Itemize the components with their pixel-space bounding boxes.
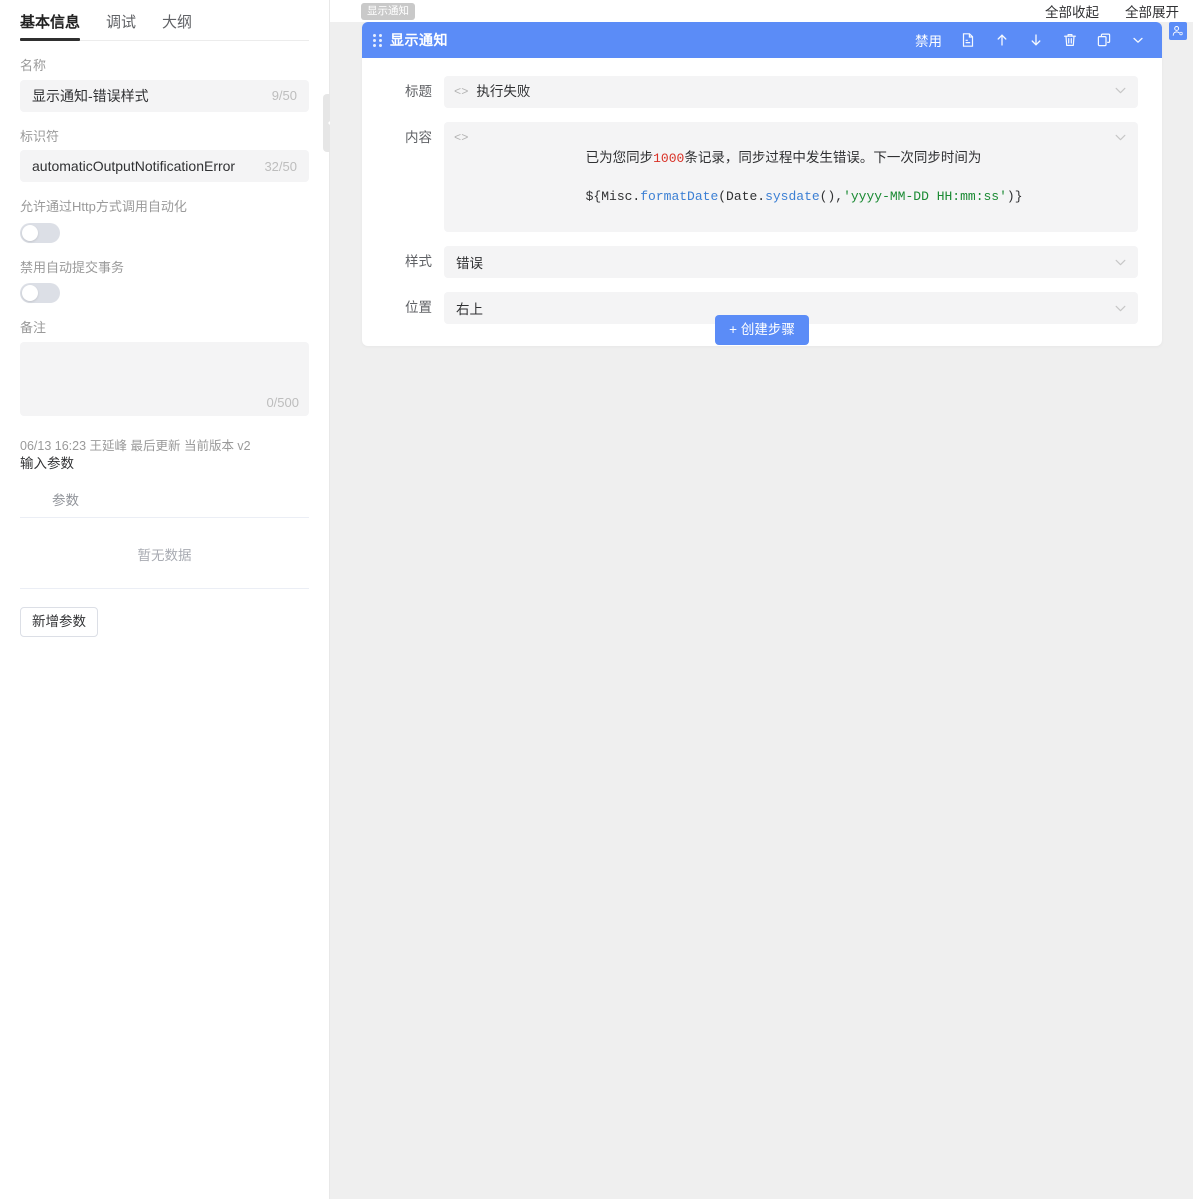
flow-canvas: 全部收起 全部展开 显示通知 显示通知 禁用 标题 <> 执行失败 内容 <> … (330, 0, 1193, 1199)
app-root: 基本信息 调试 大纲 名称 显示通知-错误样式 9/50 标识符 automat… (0, 0, 1193, 1199)
toggle-knob (22, 285, 38, 302)
identifier-input[interactable]: automaticOutputNotificationError 32/50 (20, 150, 309, 183)
content-token-1: formatDate (640, 189, 719, 204)
style-row-label: 样式 (405, 254, 432, 269)
code-expression-icon: <> (454, 85, 469, 99)
row-style: 样式 错误 (384, 246, 1138, 278)
user-add-button[interactable] (1169, 22, 1187, 40)
user-add-icon (1172, 26, 1183, 36)
content-row-label: 内容 (405, 130, 432, 145)
remark-textarea[interactable]: 0/500 (20, 341, 309, 416)
trash-icon[interactable] (1062, 32, 1078, 48)
collapse-all-link[interactable]: 全部收起 (1045, 1, 1099, 21)
add-step-area: + 创建步骤 (362, 315, 1162, 346)
title-input[interactable]: <> 执行失败 (444, 76, 1138, 108)
name-input-value: 显示通知-错误样式 (32, 87, 149, 104)
content-line1-suffix: 条记录，同步过程中发生错误。下一次同步时间为 (684, 150, 982, 165)
step-card-toolbar: 禁用 (915, 30, 1162, 50)
tab-debug[interactable]: 调试 (106, 15, 136, 40)
code-expression-icon: <> (454, 131, 469, 145)
disable-step-button[interactable]: 禁用 (915, 30, 942, 50)
plus-icon: + (729, 322, 738, 337)
content-token-4: (), (819, 189, 844, 204)
copy-icon[interactable] (1096, 32, 1112, 48)
note-icon[interactable] (960, 32, 976, 48)
content-token-2: (Date. (718, 189, 766, 204)
tab-basic-info[interactable]: 基本信息 (20, 15, 81, 41)
toggle-knob (22, 224, 38, 241)
name-counter: 9/50 (271, 88, 297, 104)
step-card-body: 标题 <> 执行失败 内容 <> 已为您同步1000条记录，同步过程中发生错误。… (362, 58, 1162, 346)
remark-counter: 0/500 (266, 394, 299, 410)
step-card-header[interactable]: 显示通知 禁用 (362, 22, 1162, 58)
http-toggle-switch[interactable] (20, 222, 60, 243)
transaction-toggle-label: 禁用自动提交事务 (20, 259, 125, 275)
params-empty-state: 暂无数据 (20, 518, 309, 590)
left-sidebar: 基本信息 调试 大纲 名称 显示通知-错误样式 9/50 标识符 automat… (0, 0, 336, 1199)
content-input-value: 已为您同步1000条记录，同步过程中发生错误。下一次同步时间为 ${Misc.f… (476, 129, 1105, 225)
remark-label: 备注 (20, 320, 47, 336)
style-chevron-down-icon[interactable] (1115, 253, 1126, 271)
content-line1-number: 1000 (653, 151, 685, 166)
chevron-down-icon[interactable] (1130, 32, 1146, 48)
row-content: 内容 <> 已为您同步1000条记录，同步过程中发生错误。下一次同步时间为 ${… (384, 122, 1138, 232)
params-column-header: 参数 (20, 483, 309, 519)
style-select[interactable]: 错误 (444, 246, 1138, 278)
identifier-label: 标识符 (20, 128, 60, 144)
content-token-0: ${Misc. (585, 189, 641, 204)
add-param-button[interactable]: 新增参数 (20, 607, 98, 638)
create-step-button[interactable]: + 创建步骤 (715, 315, 809, 346)
name-label: 名称 (20, 58, 47, 73)
arrow-down-icon[interactable] (1028, 32, 1044, 48)
content-expand-chevron-icon[interactable] (1115, 129, 1126, 141)
title-input-value: 执行失败 (476, 84, 531, 99)
title-expand-chevron-icon[interactable] (1115, 76, 1126, 94)
content-token-5: 'yyyy-MM-DD HH:mm:ss' (843, 189, 1007, 204)
row-title: 标题 <> 执行失败 (384, 76, 1138, 108)
title-row-label: 标题 (405, 84, 432, 99)
step-tooltip-chip: 显示通知 (361, 3, 415, 20)
create-step-label: 创建步骤 (740, 322, 795, 337)
content-input[interactable]: <> 已为您同步1000条记录，同步过程中发生错误。下一次同步时间为 ${Mis… (444, 122, 1138, 232)
last-updated-meta: 06/13 16:23 王延峰 最后更新 当前版本 v2 (20, 438, 251, 453)
canvas-top-actions: 全部收起 全部展开 (330, 0, 1193, 22)
input-params-title: 输入参数 (20, 455, 74, 471)
http-toggle-label: 允许通过Http方式调用自动化 (20, 199, 187, 215)
identifier-counter: 32/50 (264, 158, 297, 174)
content-token-6: )} (1006, 189, 1023, 204)
content-token-3: sysdate (765, 189, 820, 204)
transaction-toggle-switch[interactable] (20, 283, 60, 304)
drag-dots-icon[interactable] (370, 31, 384, 49)
tab-outline[interactable]: 大纲 (162, 15, 192, 40)
arrow-up-icon[interactable] (994, 32, 1010, 48)
identifier-input-value: automaticOutputNotificationError (32, 158, 236, 175)
content-line1-prefix: 已为您同步 (585, 150, 654, 165)
expand-all-link[interactable]: 全部展开 (1125, 1, 1179, 21)
sidebar-tabbar: 基本信息 调试 大纲 (20, 0, 309, 41)
style-select-value: 错误 (456, 256, 483, 271)
step-card-show-notification: 显示通知 禁用 标题 <> 执行失败 内容 <> 已为您同步1000条记录，同步… (362, 22, 1162, 346)
step-card-title: 显示通知 (390, 32, 448, 48)
name-input[interactable]: 显示通知-错误样式 9/50 (20, 79, 309, 112)
params-table: 参数 暂无数据 (20, 483, 309, 590)
